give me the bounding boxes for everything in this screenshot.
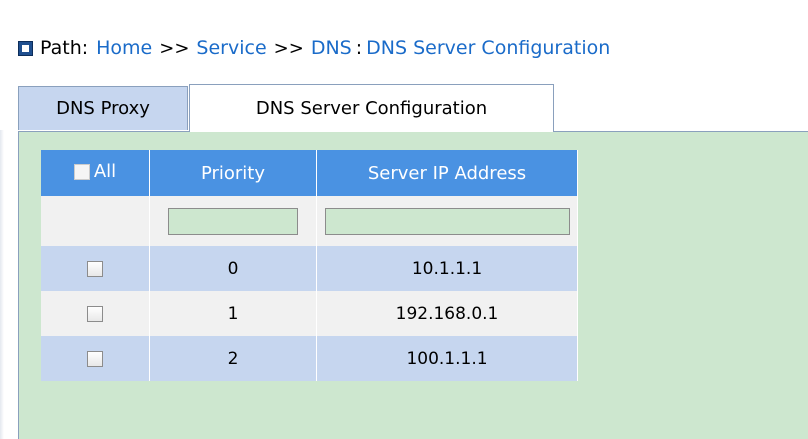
path-label: Path: [40,37,89,59]
select-all-label: All [93,161,117,183]
table-row: 1 192.168.0.1 [41,291,578,336]
new-entry-priority-cell [149,196,317,246]
new-entry-ip-cell [316,196,578,246]
row-checkbox-cell [41,291,150,336]
breadcrumb-service-link[interactable]: Service [196,37,266,59]
column-header-server-ip: Server IP Address [316,150,578,196]
row-select-checkbox[interactable] [87,260,103,277]
column-header-all: All [41,150,150,196]
server-ip-cell: 100.1.1.1 [316,336,578,381]
priority-cell: 1 [149,291,317,336]
new-entry-empty-cell [41,196,150,246]
breadcrumb-home-link[interactable]: Home [96,37,152,59]
table-row: 2 100.1.1.1 [41,336,578,381]
tab-dns-proxy[interactable]: DNS Proxy [18,86,188,130]
new-entry-row [41,196,578,246]
table-row: 0 10.1.1.1 [41,246,578,291]
row-select-checkbox[interactable] [87,350,103,367]
dns-server-table: All Priority Server IP Address 0 10.1.1.… [41,150,578,381]
priority-cell: 2 [149,336,317,381]
table-header-row: All Priority Server IP Address [41,150,578,196]
row-select-checkbox[interactable] [87,305,103,322]
breadcrumb-current-page[interactable]: DNS Server Configuration [366,37,610,59]
server-ip-cell: 10.1.1.1 [316,246,578,291]
breadcrumb: Path: Home >> Service >> DNS : DNS Serve… [18,34,610,62]
select-all-checkbox[interactable] [73,163,90,180]
select-all-control: All [73,161,117,183]
row-checkbox-cell [41,246,150,291]
row-checkbox-cell [41,336,150,381]
priority-cell: 0 [149,246,317,291]
tab-content-panel: All Priority Server IP Address 0 10.1.1.… [18,131,808,439]
breadcrumb-separator: >> [159,37,190,59]
priority-input[interactable] [168,207,298,235]
breadcrumb-separator: >> [273,37,304,59]
server-ip-cell: 192.168.0.1 [316,291,578,336]
dns-server-config-page: Path: Home >> Service >> DNS : DNS Serve… [0,0,808,439]
left-edge-shadow [0,130,4,439]
tab-bar: DNS Proxy DNS Server Configuration [18,84,808,132]
server-ip-input[interactable] [324,207,570,235]
square-bullet-icon [18,40,33,56]
breadcrumb-dns-link[interactable]: DNS [311,37,352,59]
column-header-priority: Priority [149,150,317,196]
tab-dns-server-configuration[interactable]: DNS Server Configuration [189,84,554,132]
breadcrumb-colon: : [355,37,363,59]
